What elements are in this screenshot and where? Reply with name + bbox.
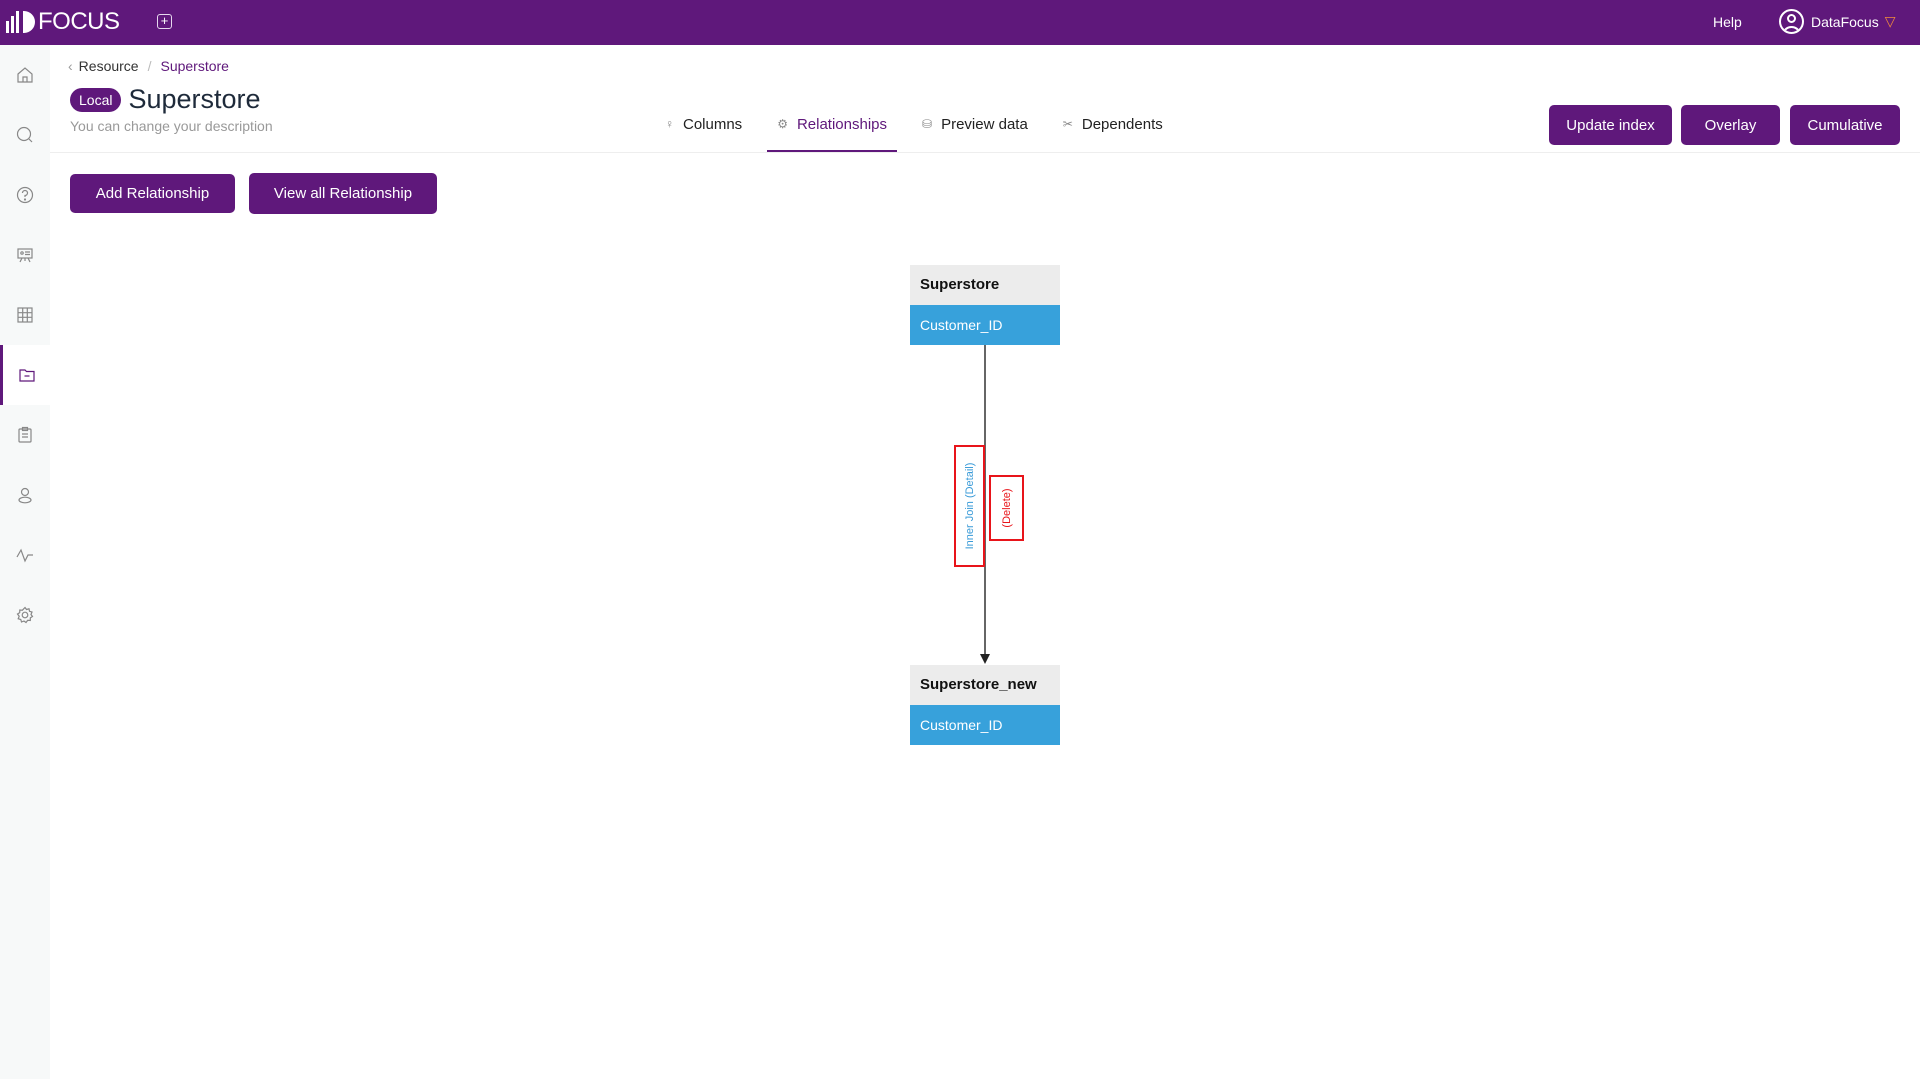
user-name: DataFocus xyxy=(1811,13,1879,30)
header-divider xyxy=(50,152,1920,153)
sidebar-item-settings[interactable] xyxy=(0,585,50,645)
top-bar: FOCUS + Help DataFocus ▽ xyxy=(0,0,1920,45)
tab-label: Preview data xyxy=(941,115,1028,133)
grid-table-icon xyxy=(17,307,33,323)
logo-bars-icon xyxy=(6,11,19,33)
target-table-name: Superstore_new xyxy=(910,665,1060,705)
relationship-diagram: Superstore Customer_ID Inner Join (Detai… xyxy=(0,0,1920,1079)
delete-text: (Delete) xyxy=(1000,488,1013,528)
cumulative-button[interactable]: Cumulative xyxy=(1790,105,1900,145)
home-icon xyxy=(17,67,33,83)
tab-dependents[interactable]: ✂ Dependents xyxy=(1053,104,1173,144)
delete-relationship-link[interactable]: (Delete) xyxy=(989,475,1024,541)
sidebar-item-resource[interactable] xyxy=(0,345,50,405)
add-relationship-button[interactable]: Add Relationship xyxy=(70,174,235,213)
sidebar-item-tasks[interactable] xyxy=(0,405,50,465)
view-all-relationship-button[interactable]: View all Relationship xyxy=(249,173,437,214)
target-table-node[interactable]: Superstore_new Customer_ID xyxy=(910,665,1060,745)
breadcrumb-current: Superstore xyxy=(160,58,229,74)
join-type-label[interactable]: Inner Join (Detail) xyxy=(954,445,985,567)
tab-label: Dependents xyxy=(1081,115,1163,133)
tab-columns[interactable]: ♀ Columns xyxy=(655,104,752,144)
source-table-node[interactable]: Superstore Customer_ID xyxy=(910,265,1060,345)
plus-icon: + xyxy=(160,13,169,28)
breadcrumb-separator: / xyxy=(147,58,152,74)
logo-text: FOCUS xyxy=(38,8,120,35)
sidebar-item-table[interactable] xyxy=(0,285,50,345)
tab-relationships[interactable]: ⚙ Relationships xyxy=(767,104,897,152)
user-icon xyxy=(18,487,32,504)
join-type-text: Inner Join (Detail) xyxy=(963,462,976,550)
clipboard-icon xyxy=(18,426,32,443)
sidebar xyxy=(0,45,50,1079)
arrow-down-icon xyxy=(980,654,990,664)
new-tab-button[interactable]: + xyxy=(157,14,172,29)
sidebar-item-help[interactable] xyxy=(0,165,50,225)
title-row: Local Superstore xyxy=(70,84,261,115)
help-link[interactable]: Help xyxy=(1713,14,1742,30)
source-column[interactable]: Customer_ID xyxy=(910,305,1060,345)
tab-label: Columns xyxy=(683,115,743,133)
pulse-icon xyxy=(16,548,33,563)
gear-icon: ⚙ xyxy=(777,117,788,131)
source-table-name: Superstore xyxy=(910,265,1060,305)
sidebar-item-presentation[interactable] xyxy=(0,225,50,285)
tab-preview-data[interactable]: ⛁ Preview data xyxy=(912,104,1038,144)
page-title[interactable]: Superstore xyxy=(128,84,260,115)
gear-icon xyxy=(16,606,34,624)
target-column[interactable]: Customer_ID xyxy=(910,705,1060,745)
breadcrumb: ‹ Resource / Superstore xyxy=(68,58,229,74)
overlay-button[interactable]: Overlay xyxy=(1681,105,1780,145)
user-outline-icon: ♀ xyxy=(665,117,674,131)
source-type-badge: Local xyxy=(70,87,122,112)
presentation-icon xyxy=(17,248,33,263)
update-index-button[interactable]: Update index xyxy=(1549,105,1672,145)
focus-logo[interactable]: FOCUS xyxy=(6,8,120,35)
breadcrumb-resource[interactable]: Resource xyxy=(79,58,139,74)
sidebar-item-users[interactable] xyxy=(0,465,50,525)
diamond-icon: ▽ xyxy=(1884,13,1896,29)
folder-icon xyxy=(18,369,35,382)
logo-d-icon xyxy=(23,11,35,33)
description-field[interactable]: You can change your description xyxy=(70,118,273,134)
sidebar-item-monitor[interactable] xyxy=(0,525,50,585)
question-icon xyxy=(16,186,34,204)
chevron-left-icon[interactable]: ‹ xyxy=(68,58,73,74)
database-icon: ⛁ xyxy=(922,117,933,131)
tab-label: Relationships xyxy=(796,115,888,133)
link-icon: ✂ xyxy=(1062,117,1073,131)
user-menu[interactable]: DataFocus ▽ xyxy=(1779,9,1895,34)
sidebar-item-home[interactable] xyxy=(0,45,50,105)
user-avatar-icon xyxy=(1779,9,1804,34)
search-icon xyxy=(16,126,33,143)
sidebar-item-search[interactable] xyxy=(0,105,50,165)
tab-bar: ♀ Columns ⚙ Relationships ⛁ Preview data… xyxy=(655,104,1188,152)
